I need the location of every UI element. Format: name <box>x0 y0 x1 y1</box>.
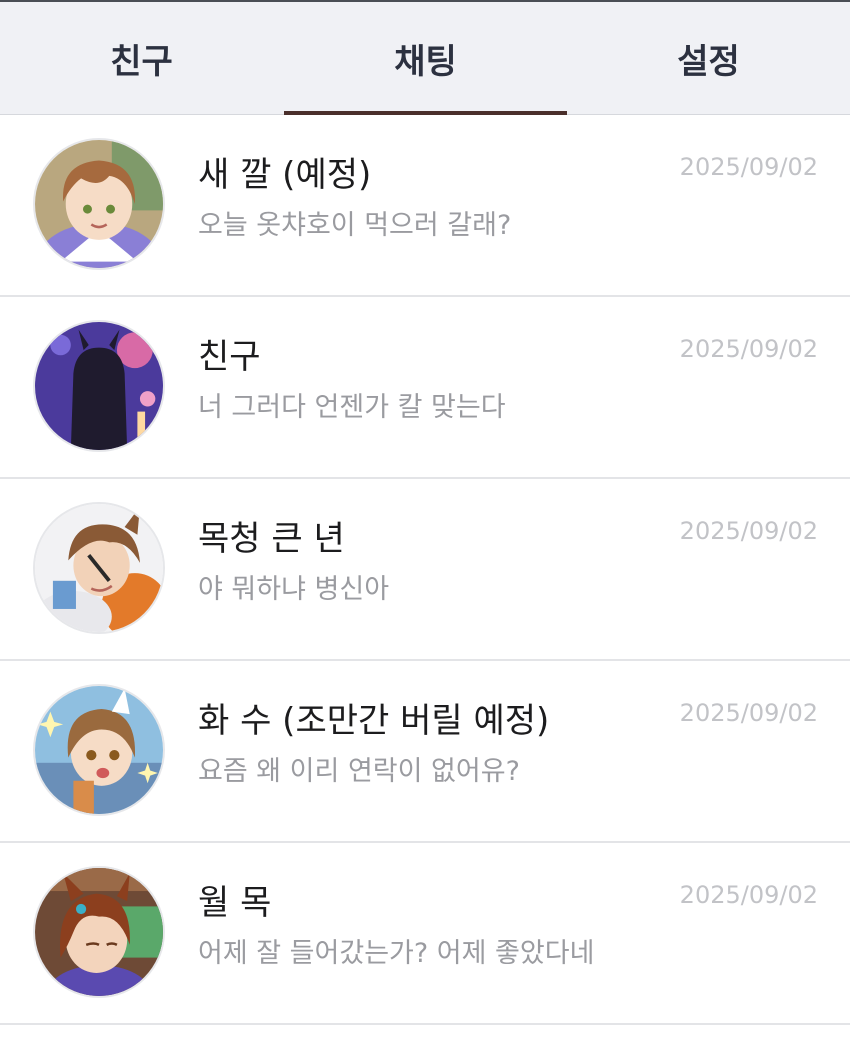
chat-preview: 야 뭐하냐 병신아 <box>198 574 390 605</box>
avatar-image-icon <box>35 868 163 996</box>
avatar[interactable] <box>33 320 165 452</box>
chat-name: 새 깔 (예정) <box>198 155 372 195</box>
list-bottom-space <box>0 1026 850 1042</box>
chat-date: 2025/09/02 <box>679 881 818 909</box>
chat-name: 화 수 (조만간 버릴 예정) <box>198 701 550 741</box>
chat-date: 2025/09/02 <box>679 335 818 363</box>
chat-row[interactable]: 월 목 어제 잘 들어갔는가? 어제 좋았다네 2025/09/02 <box>0 843 850 1025</box>
chat-preview: 너 그러다 언젠가 칼 맞는다 <box>198 392 506 423</box>
tab-bar: 친구 채팅 설정 <box>0 2 850 116</box>
chat-date: 2025/09/02 <box>679 153 818 181</box>
tab-friends[interactable]: 친구 <box>0 2 283 114</box>
chat-date: 2025/09/02 <box>679 517 818 545</box>
chat-name: 목청 큰 년 <box>198 519 345 559</box>
avatar-image-icon <box>35 140 163 268</box>
chat-name: 친구 <box>198 337 261 377</box>
avatar[interactable] <box>33 866 165 998</box>
avatar[interactable] <box>33 502 165 634</box>
chat-list: 새 깔 (예정) 오늘 옷챠호이 먹으러 갈래? 2025/09/02 친구 너 <box>0 115 850 1025</box>
tab-settings[interactable]: 설정 <box>567 2 850 114</box>
chat-preview: 어제 잘 들어갔는가? 어제 좋았다네 <box>198 938 595 969</box>
chat-row[interactable]: 목청 큰 년 야 뭐하냐 병신아 2025/09/02 <box>0 479 850 661</box>
avatar-image-icon <box>35 686 163 814</box>
chat-row[interactable]: 친구 너 그러다 언젠가 칼 맞는다 2025/09/02 <box>0 297 850 479</box>
avatar-image-icon <box>35 504 163 632</box>
avatar[interactable] <box>33 684 165 816</box>
chat-preview: 오늘 옷챠호이 먹으러 갈래? <box>198 210 512 241</box>
tab-chats[interactable]: 채팅 <box>284 2 567 114</box>
avatar-image-icon <box>35 322 163 450</box>
chat-name: 월 목 <box>198 883 272 923</box>
avatar[interactable] <box>33 138 165 270</box>
chat-row[interactable]: 새 깔 (예정) 오늘 옷챠호이 먹으러 갈래? 2025/09/02 <box>0 115 850 297</box>
chat-app: 친구 채팅 설정 새 깔 (예정) 오늘 옷챠호이 먹으러 갈래? 2025/0… <box>0 0 850 1042</box>
chat-row[interactable]: 화 수 (조만간 버릴 예정) 요즘 왜 이리 연락이 없어유? 2025/09… <box>0 661 850 843</box>
chat-date: 2025/09/02 <box>679 699 818 727</box>
chat-preview: 요즘 왜 이리 연락이 없어유? <box>198 756 520 787</box>
